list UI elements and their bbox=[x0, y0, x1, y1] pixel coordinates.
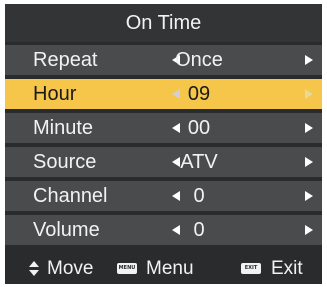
hour-label: Hour bbox=[33, 83, 77, 105]
menu-title: On Time bbox=[5, 4, 322, 42]
menu-hint: Menu bbox=[146, 258, 194, 279]
hour-value: 09 bbox=[187, 83, 211, 105]
volume-label: Volume bbox=[33, 219, 100, 241]
right-arrow-icon[interactable] bbox=[305, 89, 313, 99]
minute-value: 00 bbox=[187, 117, 211, 139]
channel-row[interactable]: Channel 0 bbox=[5, 181, 322, 211]
minute-label: Minute bbox=[33, 117, 94, 139]
right-arrow-icon[interactable] bbox=[305, 123, 313, 133]
right-arrow-icon[interactable] bbox=[305, 55, 313, 65]
channel-value: 0 bbox=[193, 185, 205, 207]
menu-key-text: MENU bbox=[118, 265, 136, 271]
menu-key-icon: MENU bbox=[117, 263, 137, 274]
settings-list: Repeat Once Hour 09 Minute 00 Source ATV… bbox=[5, 45, 322, 249]
minute-row[interactable]: Minute 00 bbox=[5, 113, 322, 143]
right-arrow-icon[interactable] bbox=[305, 191, 313, 201]
source-value: ATV bbox=[180, 151, 218, 173]
footer-hints: Move MENU Menu EXIT Exit bbox=[5, 253, 322, 284]
right-arrow-icon[interactable] bbox=[305, 225, 313, 235]
up-down-icon bbox=[29, 261, 39, 277]
right-arrow-icon[interactable] bbox=[305, 157, 313, 167]
volume-value: 0 bbox=[193, 219, 205, 241]
source-label: Source bbox=[33, 151, 97, 173]
repeat-value: Once bbox=[175, 49, 223, 71]
repeat-row[interactable]: Repeat Once bbox=[5, 45, 322, 75]
exit-hint: Exit bbox=[271, 258, 303, 279]
volume-row[interactable]: Volume 0 bbox=[5, 215, 322, 245]
on-time-menu: On Time Repeat Once Hour 09 Minute 00 So… bbox=[5, 4, 322, 284]
exit-key-icon: EXIT bbox=[241, 263, 261, 274]
hour-row[interactable]: Hour 09 bbox=[5, 79, 322, 109]
exit-key-text: EXIT bbox=[244, 265, 258, 271]
channel-label: Channel bbox=[33, 185, 108, 207]
source-row[interactable]: Source ATV bbox=[5, 147, 322, 177]
move-hint: Move bbox=[47, 258, 94, 279]
repeat-label: Repeat bbox=[33, 49, 98, 71]
